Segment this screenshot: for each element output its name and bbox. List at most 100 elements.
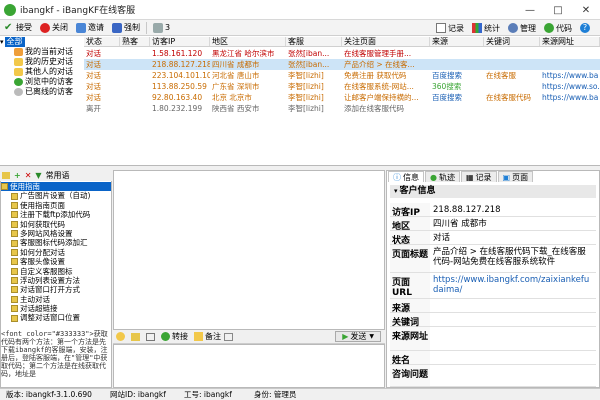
list-item[interactable]: 自定义客服图标 [1,267,111,276]
col-source-url[interactable]: 来源网址 [540,37,600,46]
table-row[interactable]: 对话 92.80.163.40 北京 北京市 李智[lizhi] 让邮客户端保持… [84,92,600,103]
note-icon [11,211,18,219]
tree-item-current[interactable]: 我的当前对话 [0,47,84,57]
folder-icon[interactable] [2,172,10,179]
col-ip[interactable]: 访客IP [150,37,210,46]
list-item[interactable]: 客服头像设置 [1,257,111,266]
tree-item-offline[interactable]: 已离线的访客 [0,87,84,97]
invite-button[interactable]: 邀请 [72,21,108,35]
invite-label: 邀请 [88,23,104,32]
field-label: 咨询问题 [390,365,430,386]
list-item[interactable]: 如何获取代码 [1,220,111,229]
col-source[interactable]: 来源 [430,37,484,46]
note-edit-icon[interactable] [194,332,203,341]
chat-toolbar: 转接 备注 ▶ 发送 ▼ [113,330,385,344]
field-value [430,313,596,326]
cell-source-url [540,48,600,59]
tab-record[interactable]: ▦ 记录 [460,171,497,182]
cell-source-url [540,103,600,114]
info-row-region: 地区 四川省 成都市 [390,217,596,232]
col-agent[interactable]: 客服 [286,37,342,46]
tab-track[interactable]: ● 轨迹 [425,171,460,182]
code-label: 代码 [556,23,572,33]
record-button[interactable]: 记录 [432,21,468,35]
table-row[interactable]: 对话 113.88.250.59 广东省 深圳市 李智[lizhi] 在线客服系… [84,81,600,92]
cell-region: 四川省 成都市 [212,60,260,69]
manage-button[interactable]: 管理 [504,21,540,35]
transfer-button[interactable]: 转接 [172,331,188,342]
cell-region: 黑龙江省 哈尔滨市 [212,49,275,58]
field-value [430,299,596,312]
close-chat-button[interactable]: 关闭 [36,21,72,35]
list-item[interactable]: 如何分配对话 [1,248,111,257]
tree-item-others[interactable]: 其他人的对话 [0,67,84,77]
send-button[interactable]: ▶ 发送 ▼ [335,331,381,342]
arrow-down-icon[interactable]: ▼ [35,171,41,180]
phrases-toolbar: + ✕ ▼ 常用语 [0,170,112,181]
maximize-button[interactable]: □ [544,0,572,20]
status-site-id: 网站ID: ibangkf [110,390,166,399]
visitor-tree: ▾ 全部 我的当前对话 我的历史对话 其他人的对话 浏览中的访客 已离线的访客 [0,37,84,117]
add-icon[interactable]: + [14,171,21,180]
visitor-count[interactable]: 3 [149,21,174,35]
note-button[interactable]: 备注 [205,331,221,342]
code-button[interactable]: 代码 [540,21,576,35]
visitor-count-label: 3 [165,23,171,32]
help-button[interactable]: ? [576,21,596,35]
screenshot-icon[interactable] [146,332,155,341]
track-icon: ● [430,172,437,182]
accept-button[interactable]: ✔ 接受 [0,21,36,35]
offline-icon [14,88,23,96]
list-item[interactable]: 调整对话窗口位置 [1,313,111,322]
info-row-name: 姓名 [390,351,596,366]
col-region[interactable]: 地区 [210,37,286,46]
close-window-button[interactable]: ✕ [572,0,600,20]
col-status[interactable]: 状态 [84,37,120,46]
tab-page[interactable]: ▣ 页面 [497,171,534,182]
chat-history[interactable] [113,170,385,330]
list-item[interactable]: 多网站风格设置 [1,229,111,238]
minimize-button[interactable]: — [516,0,544,20]
phrases-root[interactable]: 使用指南 [1,182,111,192]
note-icon [11,220,18,228]
message-input[interactable] [113,344,385,388]
tree-root-all[interactable]: ▾ 全部 [0,37,84,47]
tab-info[interactable]: ⓘ 信息 [388,171,424,182]
list-item[interactable]: 客服图标代码添加汇 [1,238,111,247]
tree-item-label: 其他人的对话 [25,67,73,76]
file-icon[interactable] [131,332,140,341]
emoji-icon[interactable] [116,332,125,341]
cell-regular [120,48,150,59]
record-icon: ▦ [465,172,474,182]
note-icon [11,201,18,209]
topic-label: 对话窗口打开方式 [20,285,80,295]
transfer-icon[interactable] [161,332,170,341]
list-item[interactable]: 浮动列表设置方法 [1,276,111,285]
list-item[interactable]: 广告图片设置（自动) [1,191,111,200]
table-row[interactable]: 离开 1.80.232.199 陕西省 西安市 李智[lizhi] 添加在线客服… [84,103,600,114]
tree-item-history[interactable]: 我的历史对话 [0,57,84,67]
tree-item-browsing[interactable]: 浏览中的访客 [0,77,84,87]
page-url-link[interactable]: https://www.ibangkf.com/zaixiankefudaima… [430,273,596,298]
cell-keyword: 在线客服 [486,71,516,80]
manage-label: 管理 [520,23,536,33]
table-row[interactable]: 对话 1.58.161.120 黑龙江省 哈尔滨市 张然[iban... 在线客… [84,48,600,59]
list-item[interactable]: 使用指南页面 [1,201,111,210]
topic-label: 使用指南页面 [20,200,65,210]
cell-status: 对话 [86,71,101,80]
info-header-label: 客户信息 [399,186,436,196]
col-regular[interactable]: 熟客 [120,37,150,46]
collapse-icon[interactable]: ▾ [394,187,398,195]
field-label: 来源 [390,299,430,314]
list-item[interactable]: 主动对话 [1,295,111,304]
list-item[interactable]: 注册下载ftp添加代码 [1,210,111,219]
col-keyword[interactable]: 关键词 [484,37,540,46]
table-row[interactable]: 对话 223.104.101.106 河北省 唐山市 李智[lizhi] 免费注… [84,70,600,81]
history-icon[interactable] [224,332,233,341]
delete-icon[interactable]: ✕ [25,171,32,180]
col-page[interactable]: 关注页面 [342,37,430,46]
force-button[interactable]: 强制 [108,21,144,35]
stats-button[interactable]: 统计 [468,21,504,35]
table-row[interactable]: 对话 218.88.127.218 四川省 成都市 张然[iban... 产品介… [84,59,600,70]
list-item[interactable]: 对话窗口打开方式 [1,285,111,294]
